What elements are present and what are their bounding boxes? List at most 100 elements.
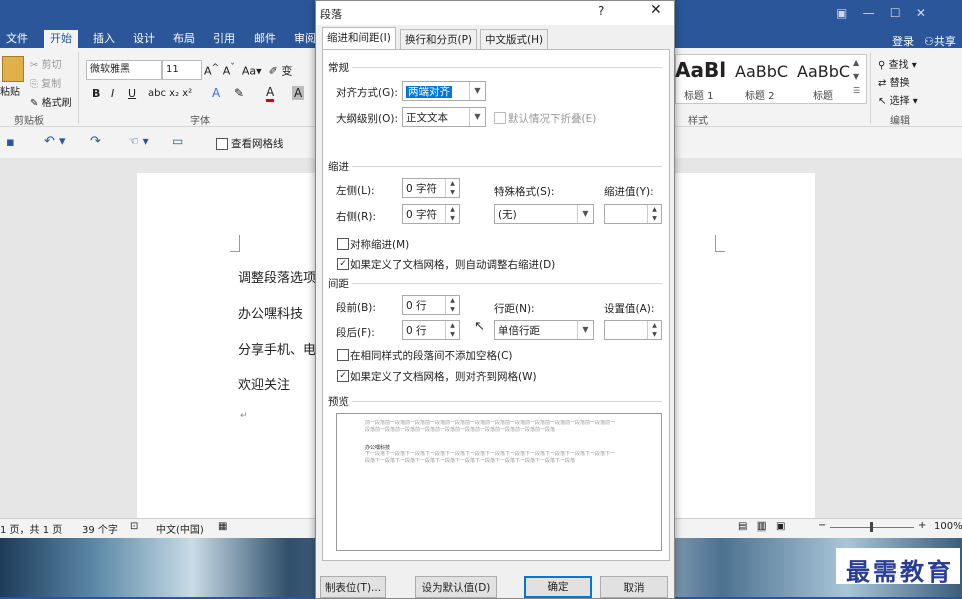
- section-preview: 预览: [328, 396, 349, 408]
- snap-to-grid-label: 如果定义了文档网格，则对齐到网格(W): [350, 371, 537, 383]
- style-title-sample[interactable]: AaBbC: [797, 62, 851, 81]
- spinner-arrows-icon[interactable]: ▲ ▼: [647, 205, 661, 223]
- group-divider: [78, 52, 79, 124]
- font-grow-icon[interactable]: A^ Aˇ Aa▾ ✐ 变: [204, 62, 292, 79]
- space-before-spinner[interactable]: 0 行 ▲ ▼: [402, 295, 460, 315]
- char-shading-icon[interactable]: A: [292, 86, 305, 100]
- select-button[interactable]: ↖ 选择 ▾: [878, 92, 918, 107]
- tab-file[interactable]: 文件: [6, 30, 28, 48]
- line-spacing-select[interactable]: 单倍行距 ▼: [494, 320, 594, 340]
- outline-level-select[interactable]: 正文文本 ▼: [402, 107, 486, 127]
- copy-button[interactable]: ⎘ 复制: [30, 75, 61, 90]
- macro-icon[interactable]: ▦: [218, 521, 227, 532]
- text-effect-icon[interactable]: A: [212, 86, 220, 100]
- space-after-spinner[interactable]: 0 行 ▲ ▼: [402, 320, 460, 340]
- find-button[interactable]: ⚲ 查找 ▾: [878, 56, 917, 71]
- help-button[interactable]: ?: [598, 4, 604, 18]
- scissors-icon: ✂: [30, 60, 39, 71]
- chevron-down-icon: ▼: [469, 82, 485, 100]
- tab-line-page-breaks[interactable]: 换行和分页(P): [400, 29, 478, 50]
- zoom-level[interactable]: 100%: [934, 521, 962, 532]
- paragraph-dialog: 段落 ? ✕ 缩进和间距(I) 换行和分页(P) 中文版式(H) 常规 对齐方式…: [315, 0, 675, 599]
- style-heading2-label: 标题 2: [745, 91, 775, 102]
- tabs-button[interactable]: 制表位(T)...: [320, 576, 386, 598]
- tab-indents-spacing[interactable]: 缩进和间距(I): [322, 27, 396, 51]
- preview-box: 前一段落前一段落前一段落前一段落前一段落前一段落前一段落前一段落前一段落前一段落…: [336, 413, 662, 551]
- tab-layout[interactable]: 布局: [173, 30, 195, 48]
- zoom-slider-thumb[interactable]: [870, 522, 873, 532]
- paste-icon[interactable]: [2, 56, 24, 82]
- style-heading1-sample[interactable]: AaBl: [675, 58, 727, 82]
- zoom-out-icon[interactable]: −: [818, 520, 826, 531]
- undo-icon[interactable]: ↶ ▾: [44, 134, 66, 149]
- paragraph-mark: ↵: [240, 411, 248, 421]
- save-icon[interactable]: ▪: [6, 135, 15, 150]
- spinner-arrows-icon[interactable]: ▲ ▼: [647, 321, 661, 339]
- italic-button[interactable]: I: [111, 87, 114, 100]
- spinner-arrows-icon[interactable]: ▲ ▼: [445, 205, 459, 223]
- strike-icon[interactable]: abc x₂ x²: [148, 88, 192, 99]
- indent-right-spinner[interactable]: 0 字符 ▲ ▼: [402, 204, 460, 224]
- font-group-label: 字体: [190, 116, 210, 127]
- auto-adjust-label: 如果定义了文档网格，则自动调整右缩进(D): [350, 259, 556, 271]
- gallery-scroll-icon[interactable]: ▲ ▼ ☰: [853, 56, 860, 98]
- close-icon[interactable]: ✕: [650, 2, 662, 18]
- no-space-same-style-checkbox[interactable]: [337, 349, 349, 361]
- special-format-select[interactable]: (无) ▼: [494, 204, 594, 224]
- highlight-icon[interactable]: ✎: [234, 86, 244, 100]
- paste-button[interactable]: 粘贴: [0, 83, 20, 98]
- indent-by-spinner[interactable]: ▲ ▼: [604, 204, 662, 224]
- touch-mode-icon[interactable]: ☜ ▾: [128, 134, 149, 148]
- font-name-box[interactable]: 微软雅黑: [86, 60, 162, 80]
- spinner-arrows-icon[interactable]: ▲ ▼: [445, 321, 459, 339]
- section-divider: [352, 166, 662, 167]
- indent-left-spinner[interactable]: 0 字符 ▲ ▼: [402, 178, 460, 198]
- clear-format-icon[interactable]: ✐: [269, 65, 278, 78]
- font-color-icon[interactable]: A: [266, 86, 275, 102]
- spinner-arrows-icon[interactable]: ▲ ▼: [445, 179, 459, 197]
- cancel-button[interactable]: 取消: [600, 576, 668, 598]
- doc-paragraph[interactable]: 分享手机、电: [238, 339, 316, 358]
- section-divider: [352, 401, 662, 402]
- auto-adjust-checkbox[interactable]: ✓: [337, 258, 349, 270]
- doc-paragraph[interactable]: 欢迎关注: [238, 374, 290, 393]
- no-space-same-style-label: 在相同样式的段落间不添加空格(C): [350, 350, 513, 362]
- word-count[interactable]: 39 个字: [82, 521, 118, 536]
- proofing-icon[interactable]: ⊡: [130, 521, 138, 532]
- doc-paragraph[interactable]: 办公嘿科技: [238, 303, 303, 322]
- doc-paragraph[interactable]: 调整段落选项: [238, 267, 316, 286]
- zoom-in-icon[interactable]: +: [918, 520, 926, 531]
- language-status[interactable]: 中文(中国): [156, 521, 204, 536]
- cut-button[interactable]: ✂ 剪切: [30, 56, 62, 71]
- tab-mailings[interactable]: 邮件: [254, 30, 276, 48]
- print-preview-icon[interactable]: ▭: [172, 134, 183, 148]
- tab-references[interactable]: 引用: [213, 30, 235, 48]
- alignment-select[interactable]: 两端对齐 ▼: [402, 81, 486, 101]
- tab-insert[interactable]: 插入: [93, 30, 115, 48]
- style-heading2-sample[interactable]: AaBbC: [735, 62, 791, 81]
- set-default-button[interactable]: 设为默认值(D): [415, 576, 497, 598]
- redo-icon[interactable]: ↷: [90, 134, 101, 149]
- window-controls[interactable]: ▣ — ☐ ✕: [836, 6, 926, 20]
- tab-review[interactable]: 审阅: [294, 30, 316, 48]
- spinner-arrows-icon[interactable]: ▲ ▼: [445, 296, 459, 314]
- tab-design[interactable]: 设计: [133, 30, 155, 48]
- replace-button[interactable]: ⇄ 替换: [878, 74, 910, 89]
- collapse-checkbox[interactable]: [494, 112, 506, 124]
- tab-home[interactable]: 开始: [44, 30, 78, 48]
- spacing-at-spinner[interactable]: ▲ ▼: [604, 320, 662, 340]
- font-size-box[interactable]: 11: [162, 60, 202, 80]
- share-button[interactable]: ⚇共享: [924, 33, 956, 49]
- tab-asian-typography[interactable]: 中文版式(H): [480, 29, 549, 50]
- underline-button[interactable]: U: [128, 87, 136, 100]
- bold-button[interactable]: B: [92, 87, 100, 100]
- gridlines-checkbox[interactable]: [216, 138, 228, 150]
- signin-link[interactable]: 登录: [892, 33, 914, 49]
- snap-to-grid-checkbox[interactable]: ✓: [337, 370, 349, 382]
- collapse-label: 默认情况下折叠(E): [508, 113, 597, 125]
- view-buttons[interactable]: ▤ ▥ ▣: [738, 521, 785, 532]
- format-painter-button[interactable]: ✎ 格式刷: [30, 94, 72, 109]
- page-count[interactable]: 1 页，共 1 页: [0, 521, 62, 536]
- mirror-indent-checkbox[interactable]: [337, 238, 349, 250]
- ok-button[interactable]: 确定: [524, 576, 592, 598]
